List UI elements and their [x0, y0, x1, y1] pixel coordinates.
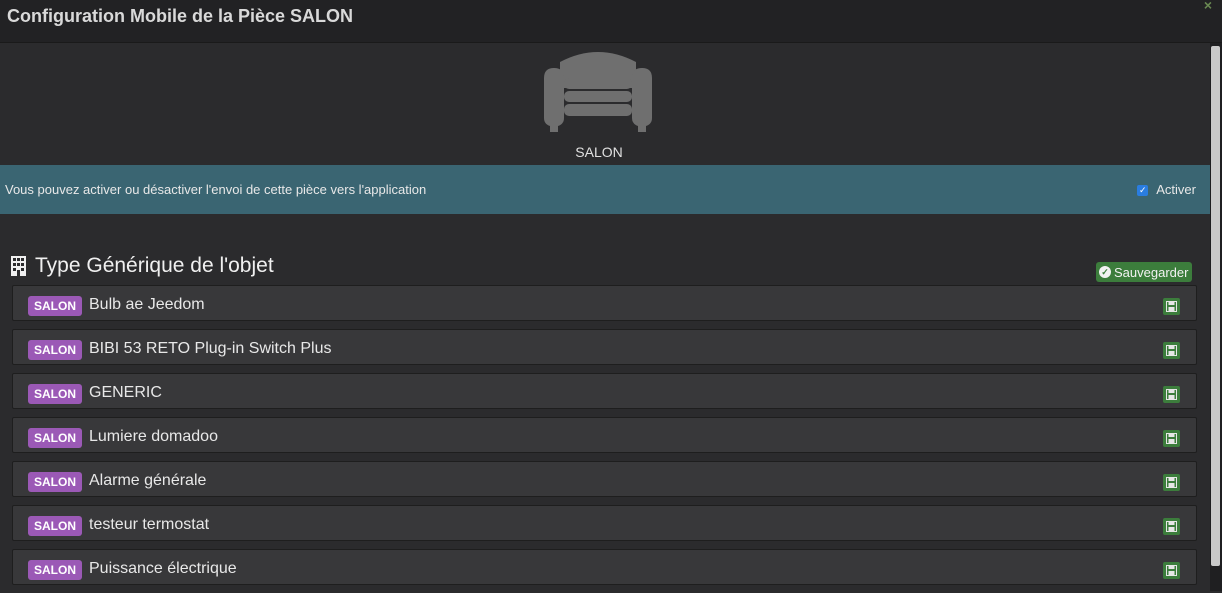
scrollbar-thumb[interactable] [1211, 46, 1220, 566]
check-circle-icon: ✓ [1099, 266, 1111, 278]
save-icon[interactable] [1163, 430, 1180, 447]
room-badge: SALON [28, 340, 82, 360]
section-title-text: Type Générique de l'objet [35, 254, 274, 277]
section-title: Type Générique de l'objet [10, 254, 274, 278]
save-icon[interactable] [1163, 562, 1180, 579]
object-name: testeur termostat [89, 516, 210, 533]
info-text: Vous pouvez activer ou désactiver l'envo… [5, 182, 427, 197]
activate-toggle[interactable]: ✓ Activer [1137, 182, 1196, 197]
room-badge: SALON [28, 384, 82, 404]
object-list: SALON Bulb ae Jeedom SALON BIBI 53 RETO … [12, 285, 1197, 593]
room-badge: SALON [28, 560, 82, 580]
room-badge: SALON [28, 516, 82, 536]
save-button[interactable]: ✓ Sauvegarder [1096, 262, 1193, 282]
list-item[interactable]: SALON Bulb ae Jeedom [12, 285, 1197, 321]
activate-checkbox[interactable]: ✓ [1137, 185, 1149, 196]
close-icon[interactable]: × [1204, 0, 1212, 13]
sofa-icon [544, 52, 652, 132]
object-name: GENERIC [89, 384, 162, 401]
modal-body: SALON Vous pouvez activer ou désactiver … [0, 43, 1210, 591]
scrollbar[interactable] [1210, 43, 1222, 591]
room-badge: SALON [28, 296, 82, 316]
activate-label: Activer [1156, 182, 1196, 197]
object-name: Bulb ae Jeedom [89, 296, 205, 313]
save-button-label: Sauvegarder [1114, 264, 1189, 280]
object-name: Lumiere domadoo [89, 428, 218, 445]
save-icon[interactable] [1163, 298, 1180, 315]
list-item[interactable]: SALON Alarme générale [12, 461, 1197, 497]
list-item[interactable]: SALON Puissance électrique [12, 549, 1197, 585]
object-name: Puissance électrique [89, 560, 237, 577]
save-icon[interactable] [1163, 518, 1180, 535]
modal-title: Configuration Mobile de la Pièce SALON [7, 6, 354, 26]
list-item[interactable]: SALON BIBI 53 RETO Plug-in Switch Plus [12, 329, 1197, 365]
save-icon[interactable] [1163, 386, 1180, 403]
save-icon[interactable] [1163, 342, 1180, 359]
building-icon [11, 256, 26, 276]
list-item[interactable]: SALON testeur termostat [12, 505, 1197, 541]
object-name: Alarme générale [89, 472, 207, 489]
modal-titlebar: Configuration Mobile de la Pièce SALON × [0, 0, 1222, 43]
room-name: SALON [575, 144, 623, 160]
list-item[interactable]: SALON Lumiere domadoo [12, 417, 1197, 453]
room-badge: SALON [28, 428, 82, 448]
list-item[interactable]: SALON GENERIC [12, 373, 1197, 409]
info-banner: Vous pouvez activer ou désactiver l'envo… [0, 165, 1210, 214]
room-badge: SALON [28, 472, 82, 492]
save-icon[interactable] [1163, 474, 1180, 491]
object-name: BIBI 53 RETO Plug-in Switch Plus [89, 340, 332, 357]
